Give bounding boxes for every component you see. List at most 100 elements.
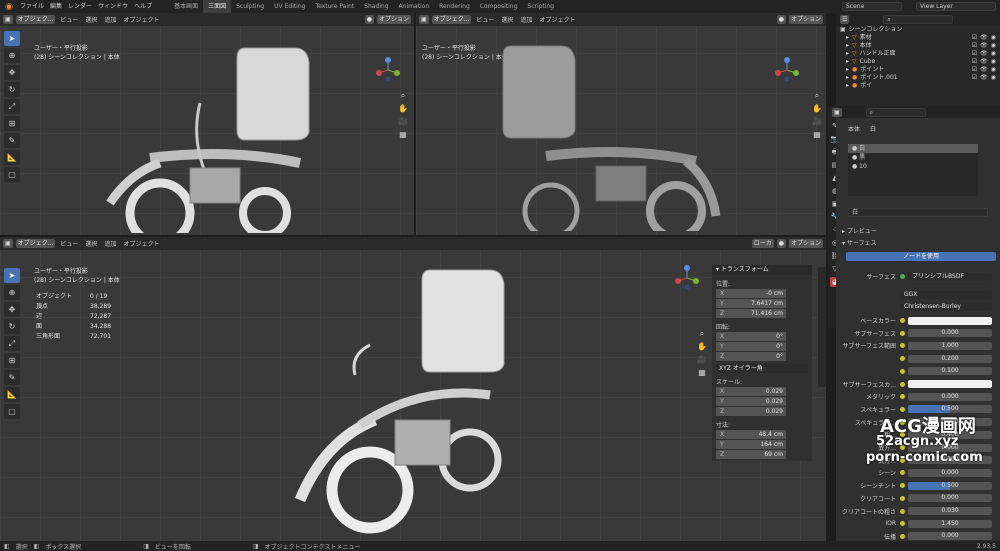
menu-render[interactable]: レンダー: [65, 0, 95, 13]
menu-view[interactable]: ビュー: [58, 239, 80, 248]
rotate-tool-icon[interactable]: ↻: [4, 319, 20, 334]
rotation-z-field[interactable]: Z 0°: [716, 352, 786, 361]
pan-hand-icon[interactable]: ✋: [812, 104, 822, 114]
eye-icon[interactable]: 👁: [980, 34, 988, 42]
menu-add[interactable]: 追加: [518, 15, 534, 24]
menu-help[interactable]: ヘルプ: [131, 0, 155, 13]
camera-icon[interactable]: 🎥: [812, 117, 822, 127]
value-slider[interactable]: 0.500: [908, 481, 992, 490]
grid-view-icon[interactable]: ▦: [697, 368, 707, 378]
shading-solid-button[interactable]: ●: [364, 15, 374, 24]
dimensions-z-field[interactable]: Z 69 cm: [716, 450, 786, 459]
cursor-tool-icon[interactable]: ⊕: [4, 285, 20, 300]
outliner-item[interactable]: ▸ ▽ 本体 ☑ 👁 ◉: [836, 42, 1000, 50]
grid-view-icon[interactable]: ▦: [812, 130, 822, 140]
menu-view[interactable]: ビュー: [58, 15, 80, 24]
outliner-root[interactable]: ▣ シーンコレクション: [836, 26, 1000, 34]
menu-object[interactable]: オブジェクト: [121, 15, 161, 24]
shading-solid-button[interactable]: ●: [776, 239, 786, 248]
menu-select[interactable]: 選択: [499, 15, 515, 24]
distribution-select[interactable]: GGX: [900, 290, 992, 299]
shading-solid-button[interactable]: ●: [776, 15, 786, 24]
move-tool-icon[interactable]: ✥: [4, 302, 20, 317]
checkbox-icon[interactable]: ☑: [972, 74, 977, 82]
outliner-item[interactable]: ▸ ▽ ハンドル正面 ☑ 👁 ◉: [836, 50, 1000, 58]
menu-file[interactable]: ファイル: [17, 0, 47, 13]
cursor-tool-icon[interactable]: ⊕: [4, 48, 20, 63]
color-field[interactable]: [908, 316, 992, 325]
menu-object[interactable]: オブジェクト: [121, 239, 161, 248]
tab-layout[interactable]: 基本画面: [169, 0, 203, 13]
camera-icon[interactable]: ◉: [991, 34, 996, 42]
material-slot[interactable]: ● 10: [848, 162, 978, 171]
select-tool-icon[interactable]: ➤: [4, 31, 20, 46]
outliner-item[interactable]: ▸ ● ポイント.001 ☑ 👁 ◉: [836, 74, 1000, 82]
value-slider[interactable]: 0.200: [908, 354, 992, 363]
viewport-bottom[interactable]: ▣ オブジェク... ビュー 選択 追加 オブジェクト ローカ ● オプション …: [0, 237, 826, 541]
eye-icon[interactable]: 👁: [980, 66, 988, 74]
location-x-field[interactable]: X -0 cm: [716, 289, 786, 298]
pan-hand-icon[interactable]: ✋: [398, 104, 408, 114]
surface-shader-select[interactable]: プリンシプルBSDF: [908, 272, 992, 281]
surface-section[interactable]: ▾ サーフェス: [842, 238, 877, 247]
location-z-field[interactable]: Z 71.416 cm: [716, 309, 786, 318]
navigation-gizmo[interactable]: [774, 57, 800, 83]
editor-type-button[interactable]: ▣: [3, 15, 13, 24]
zoom-icon[interactable]: ⌕: [812, 91, 822, 101]
eye-icon[interactable]: 👁: [980, 50, 988, 58]
camera-icon[interactable]: ◉: [991, 66, 996, 74]
checkbox-icon[interactable]: ☑: [972, 34, 977, 42]
eye-icon[interactable]: 👁: [980, 58, 988, 66]
zoom-icon[interactable]: ⌕: [697, 329, 707, 339]
use-nodes-button[interactable]: ノードを使用: [846, 252, 996, 261]
rotation-x-field[interactable]: X 0°: [716, 332, 786, 341]
grid-view-icon[interactable]: ▦: [398, 130, 408, 140]
material-slot[interactable]: ● 白: [848, 144, 978, 153]
mode-selector[interactable]: オブジェク...: [15, 239, 56, 248]
scale-y-field[interactable]: Y 0.029: [716, 397, 786, 406]
scale-z-field[interactable]: Z 0.029: [716, 407, 786, 416]
outliner-type-button[interactable]: ☰: [840, 15, 850, 24]
preview-section[interactable]: ▸ プレビュー: [842, 226, 877, 235]
camera-icon[interactable]: ◉: [991, 42, 996, 50]
tab-rendering[interactable]: Rendering: [434, 0, 475, 13]
material-slot[interactable]: ● 黒: [848, 153, 978, 162]
value-slider[interactable]: 0.030: [908, 507, 992, 515]
outliner-item[interactable]: ▸ ▽ Cube ☑ 👁 ◉: [836, 58, 1000, 66]
value-slider[interactable]: 0.000: [908, 532, 992, 541]
menu-select[interactable]: 選択: [83, 15, 99, 24]
measure-tool-icon[interactable]: 📐: [4, 387, 20, 402]
navigation-gizmo[interactable]: [375, 57, 401, 83]
value-slider[interactable]: 0.000: [908, 329, 992, 338]
transform-tool-icon[interactable]: ⊞: [4, 116, 20, 131]
rotate-tool-icon[interactable]: ↻: [4, 82, 20, 97]
subsurface-method-select[interactable]: Christensen-Burley: [900, 302, 992, 311]
measure-tool-icon[interactable]: 📐: [4, 150, 20, 165]
blender-logo-icon[interactable]: ◉: [4, 2, 14, 12]
transform-tool-icon[interactable]: ⊞: [4, 353, 20, 368]
view-layer-selector[interactable]: View Layer: [916, 2, 996, 11]
editor-type-button[interactable]: ▣: [3, 239, 13, 248]
color-field[interactable]: [908, 380, 992, 388]
tab-compositing[interactable]: Compositing: [475, 0, 523, 13]
mode-selector[interactable]: オブジェク...: [431, 15, 472, 24]
tab-uv-editing[interactable]: UV Editing: [269, 0, 310, 13]
rotation-y-field[interactable]: Y 0°: [716, 342, 786, 351]
value-slider[interactable]: 0.100: [908, 367, 992, 376]
menu-window[interactable]: ウィンドウ: [95, 0, 131, 13]
transform-orientation-selector[interactable]: ローカ: [751, 239, 774, 248]
material-name-field[interactable]: 白: [848, 208, 988, 217]
camera-icon[interactable]: ◉: [991, 74, 996, 82]
options-button[interactable]: オプション: [788, 239, 823, 248]
scale-tool-icon[interactable]: ⤢: [4, 336, 20, 351]
editor-type-button[interactable]: ▣: [419, 15, 429, 24]
options-button[interactable]: オプション: [788, 15, 823, 24]
menu-add[interactable]: 追加: [102, 15, 118, 24]
camera-icon[interactable]: 🎥: [398, 117, 408, 127]
menu-select[interactable]: 選択: [83, 239, 99, 248]
annotate-tool-icon[interactable]: ✎: [4, 370, 20, 385]
add-cube-tool-icon[interactable]: ▢: [4, 404, 20, 419]
checkbox-icon[interactable]: ☑: [972, 42, 977, 50]
viewport-top-right[interactable]: ▣ オブジェク... ビュー 選択 追加 オブジェクト ● オプション ユーザー…: [416, 13, 826, 235]
scale-tool-icon[interactable]: ⤢: [4, 99, 20, 114]
